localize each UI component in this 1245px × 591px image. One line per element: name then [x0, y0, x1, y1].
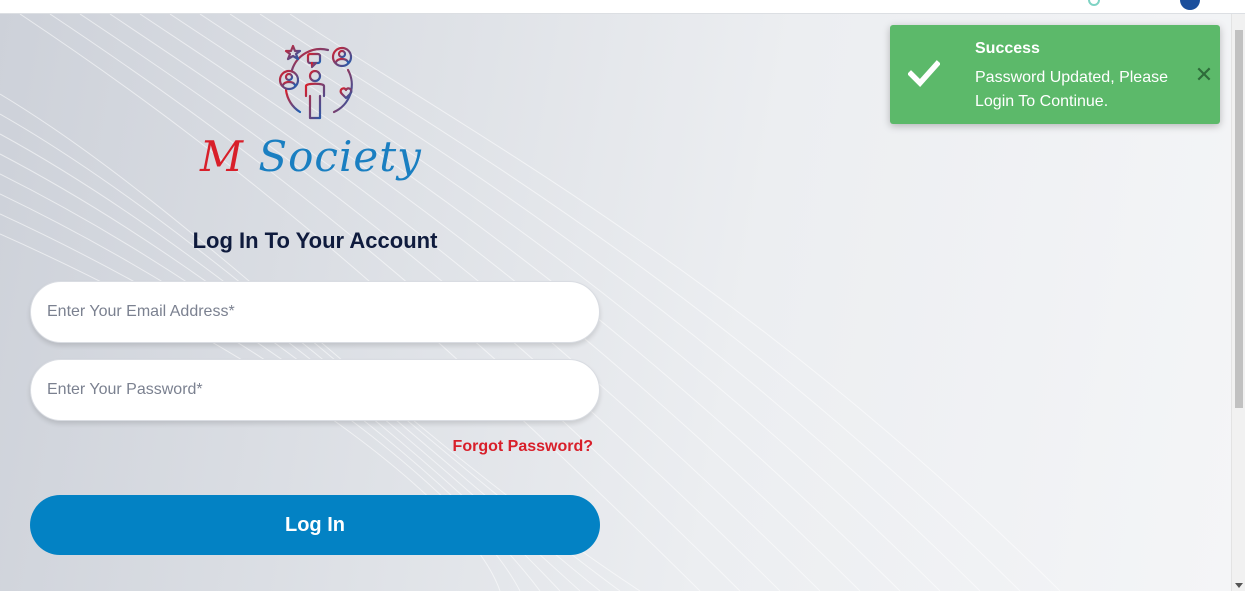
login-button[interactable]: Log In	[30, 495, 600, 555]
email-input[interactable]	[30, 281, 600, 343]
profile-avatar-icon[interactable]	[1180, 0, 1200, 10]
checkmark-icon	[908, 60, 940, 87]
scroll-down-arrow-icon[interactable]	[1235, 583, 1243, 588]
brand-initial: M	[200, 132, 245, 181]
success-toast: Success Password Updated, Please Login T…	[890, 25, 1220, 124]
browser-toolbar-edge	[0, 0, 1245, 14]
page-scrollbar[interactable]	[1231, 14, 1245, 591]
brand-logo-text: M Society	[200, 132, 440, 188]
brand-name: Society	[258, 132, 422, 181]
scrollbar-thumb[interactable]	[1235, 30, 1243, 408]
close-icon[interactable]: ✕	[1194, 64, 1214, 86]
community-people-icon	[278, 44, 353, 120]
toast-message: Password Updated, Please Login To Contin…	[975, 69, 1168, 110]
toast-title: Success	[975, 40, 1040, 57]
login-heading: Log In To Your Account	[192, 228, 438, 253]
extension-icon[interactable]	[1088, 0, 1100, 6]
password-input[interactable]	[30, 359, 600, 421]
forgot-password-link[interactable]: Forgot Password?	[453, 438, 593, 456]
